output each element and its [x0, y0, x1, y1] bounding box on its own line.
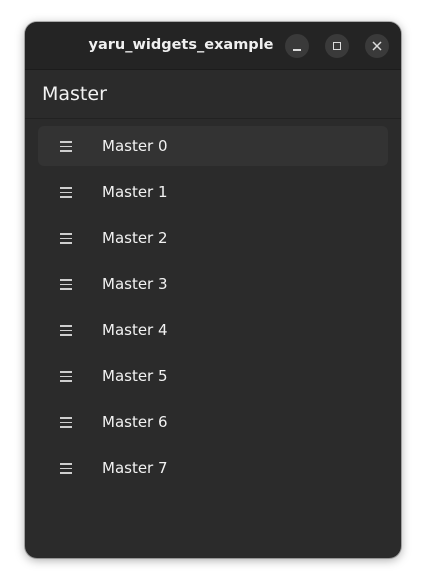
list-item-label: Master 2 — [102, 229, 168, 247]
list-item-label: Master 3 — [102, 275, 168, 293]
menu-lines-icon — [60, 232, 72, 244]
list-item-master-4[interactable]: Master 4 — [38, 310, 388, 350]
minimize-button[interactable] — [285, 34, 309, 58]
menu-lines-icon — [60, 462, 72, 474]
list-item-label: Master 5 — [102, 367, 168, 385]
app-window: yaru_widgets_example Master Master 0 Mas… — [25, 22, 401, 558]
menu-lines-icon — [60, 186, 72, 198]
close-button[interactable] — [365, 34, 389, 58]
list-item-label: Master 0 — [102, 137, 168, 155]
menu-lines-icon — [60, 370, 72, 382]
list-item-master-7[interactable]: Master 7 — [38, 448, 388, 488]
list-item-master-5[interactable]: Master 5 — [38, 356, 388, 396]
list-item-master-0[interactable]: Master 0 — [38, 126, 388, 166]
list-item-master-3[interactable]: Master 3 — [38, 264, 388, 304]
maximize-button[interactable] — [325, 34, 349, 58]
menu-lines-icon — [60, 324, 72, 336]
minimize-icon — [293, 49, 301, 51]
menu-lines-icon — [60, 416, 72, 428]
page-title: Master — [42, 83, 107, 105]
title-bar[interactable]: yaru_widgets_example — [25, 22, 401, 70]
list-item-master-2[interactable]: Master 2 — [38, 218, 388, 258]
close-icon — [372, 41, 382, 51]
menu-lines-icon — [60, 140, 72, 152]
list-item-label: Master 1 — [102, 183, 168, 201]
menu-lines-icon — [60, 278, 72, 290]
master-list: Master 0 Master 1 Master 2 Master 3 Mast… — [38, 126, 388, 494]
list-item-label: Master 6 — [102, 413, 168, 431]
master-header: Master — [25, 70, 401, 119]
list-item-master-6[interactable]: Master 6 — [38, 402, 388, 442]
list-item-master-1[interactable]: Master 1 — [38, 172, 388, 212]
list-item-label: Master 4 — [102, 321, 168, 339]
maximize-icon — [333, 42, 341, 50]
list-item-label: Master 7 — [102, 459, 168, 477]
